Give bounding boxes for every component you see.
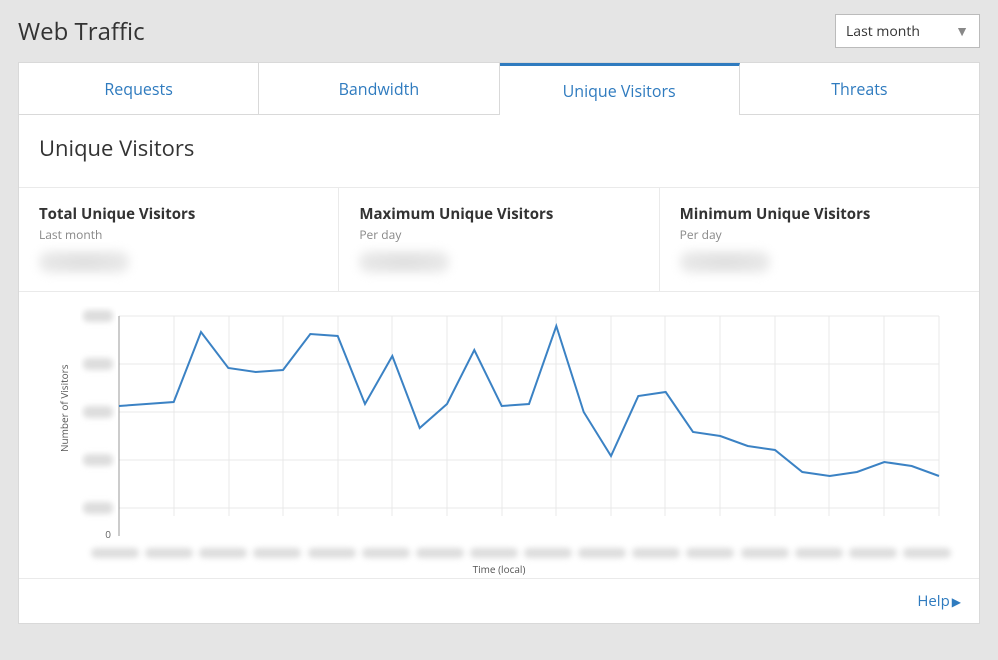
- section-title: Unique Visitors: [39, 133, 959, 163]
- time-range-select[interactable]: Last month ▼: [835, 14, 980, 48]
- tab-threats[interactable]: Threats: [740, 63, 979, 115]
- stat-subtitle: Per day: [359, 226, 638, 243]
- stat-value-redacted: [359, 251, 449, 273]
- stat-value-redacted: [39, 251, 129, 273]
- time-range-selected-label: Last month: [846, 22, 920, 41]
- page-title: Web Traffic: [18, 15, 145, 48]
- tab-label: Bandwidth: [339, 78, 420, 100]
- help-link[interactable]: Help ▶: [917, 591, 961, 611]
- stat-subtitle: Last month: [39, 226, 318, 243]
- tab-label: Threats: [831, 78, 887, 100]
- stat-title: Total Unique Visitors: [39, 204, 318, 224]
- chart-area: Number of Visitors: [19, 292, 979, 578]
- stat-max-unique: Maximum Unique Visitors Per day: [339, 188, 659, 291]
- y-tick-zero: 0: [105, 527, 111, 541]
- web-traffic-panel: Requests Bandwidth Unique Visitors Threa…: [18, 62, 980, 624]
- x-axis-label: Time (local): [39, 562, 959, 576]
- unique-visitors-line-chart: 0: [69, 306, 949, 546]
- tab-unique-visitors[interactable]: Unique Visitors: [500, 63, 740, 115]
- tab-requests[interactable]: Requests: [19, 63, 259, 115]
- stat-title: Maximum Unique Visitors: [359, 204, 638, 224]
- visitors-line: [119, 326, 939, 476]
- stat-total-unique: Total Unique Visitors Last month: [19, 188, 339, 291]
- stat-subtitle: Per day: [680, 226, 959, 243]
- tab-bandwidth[interactable]: Bandwidth: [259, 63, 499, 115]
- y-axis-label: Number of Visitors: [57, 364, 71, 452]
- stats-row: Total Unique Visitors Last month Maximum…: [19, 187, 979, 292]
- tab-label: Requests: [104, 78, 172, 100]
- stat-min-unique: Minimum Unique Visitors Per day: [660, 188, 979, 291]
- tab-label: Unique Visitors: [563, 80, 676, 102]
- stat-value-redacted: [680, 251, 770, 273]
- stat-title: Minimum Unique Visitors: [680, 204, 959, 224]
- x-ticks-redacted: [91, 548, 951, 558]
- help-label: Help: [917, 591, 949, 611]
- caret-right-icon: ▶: [952, 593, 961, 610]
- caret-down-icon: ▼: [955, 22, 969, 41]
- tabs: Requests Bandwidth Unique Visitors Threa…: [19, 63, 979, 115]
